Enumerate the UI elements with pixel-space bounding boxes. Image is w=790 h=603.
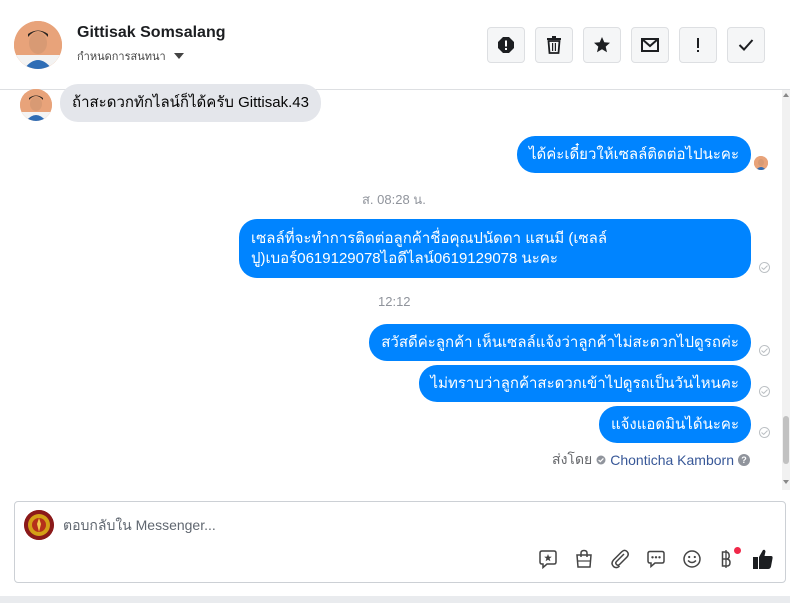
emoji-icon bbox=[683, 550, 701, 568]
sent-check-icon bbox=[759, 345, 770, 356]
scrollbar[interactable] bbox=[782, 90, 790, 490]
sent-check-icon bbox=[759, 386, 770, 397]
shop-button[interactable] bbox=[572, 547, 596, 571]
contact-message-avatar bbox=[20, 89, 52, 121]
sent-by-line: ส่งโดย Chonticha Kamborn ? bbox=[552, 449, 750, 471]
page-avatar bbox=[24, 510, 54, 540]
contact-avatar[interactable] bbox=[14, 21, 62, 69]
attachment-icon bbox=[611, 549, 629, 569]
star-button[interactable] bbox=[583, 27, 621, 63]
important-button[interactable] bbox=[679, 27, 717, 63]
conversation-label: กำหนดการสนทนา bbox=[77, 51, 166, 63]
emoji-button[interactable] bbox=[680, 547, 704, 571]
help-icon[interactable]: ? bbox=[738, 454, 750, 466]
scroll-up-arrow-icon[interactable] bbox=[783, 93, 789, 97]
conversation-label-dropdown[interactable]: กำหนดการสนทนา bbox=[77, 47, 184, 65]
outgoing-message[interactable]: เซลล์ที่จะทำการติดต่อลูกค้าชื่อคุณปนัดดา… bbox=[239, 219, 751, 278]
scroll-down-arrow-icon[interactable] bbox=[783, 480, 789, 484]
contact-name[interactable]: Gittisak Somsalang bbox=[77, 24, 226, 42]
sticker-icon bbox=[539, 550, 557, 569]
mark-unread-button[interactable] bbox=[631, 27, 669, 63]
attach-button[interactable] bbox=[608, 547, 632, 571]
reply-composer bbox=[14, 501, 786, 583]
trash-icon bbox=[547, 36, 561, 54]
saved-reply-icon bbox=[647, 550, 665, 569]
reply-input[interactable] bbox=[63, 514, 563, 536]
scrollbar-thumb[interactable] bbox=[783, 416, 789, 464]
message-timestamp: ส. 08:28 น. bbox=[362, 192, 426, 207]
saved-replies-button[interactable] bbox=[644, 547, 668, 571]
outgoing-message[interactable]: ไม่ทราบว่าลูกค้าสะดวกเข้าไปดูรถเป็นวันไห… bbox=[418, 365, 751, 402]
sent-by-label: ส่งโดย bbox=[552, 451, 593, 467]
star-icon bbox=[594, 37, 610, 53]
verified-check-icon bbox=[596, 455, 606, 465]
notification-dot bbox=[734, 547, 741, 554]
bottom-border bbox=[0, 596, 790, 603]
mail-icon bbox=[641, 38, 659, 52]
delete-button[interactable] bbox=[535, 27, 573, 63]
conversation-header: Gittisak Somsalang กำหนดการสนทนา bbox=[0, 0, 790, 90]
check-icon bbox=[738, 39, 754, 51]
exclamation-icon bbox=[697, 38, 699, 52]
sent-check-icon bbox=[759, 262, 770, 273]
mark-done-button[interactable] bbox=[727, 27, 765, 63]
sender-name-link[interactable]: Chonticha Kamborn bbox=[610, 452, 734, 468]
like-icon bbox=[753, 549, 773, 569]
seen-avatar bbox=[754, 156, 768, 170]
message-line: เซลล์ที่จะทำการติดต่อลูกค้าชื่อคุณปนัดดา… bbox=[251, 229, 608, 247]
sent-check-icon bbox=[759, 427, 770, 438]
payment-icon bbox=[721, 550, 731, 568]
report-icon bbox=[498, 37, 514, 53]
outgoing-message[interactable]: ได้ค่ะเดี๋ยวให้เซลล์ติดต่อไปนะคะ bbox=[516, 136, 751, 173]
sticker-button[interactable] bbox=[536, 547, 560, 571]
outgoing-message[interactable]: แจ้งแอดมินได้นะคะ bbox=[598, 406, 751, 443]
message-line: ปู)เบอร์0619129078ไอดีไลน์0619129078 นะค… bbox=[251, 249, 558, 267]
caret-down-icon bbox=[173, 53, 184, 59]
message-timestamp: 12:12 bbox=[378, 294, 411, 309]
incoming-message[interactable]: ถ้าสะดวกทักไลน์ก็ได้ครับ Gittisak.43 bbox=[60, 84, 321, 122]
shopping-bag-icon bbox=[576, 549, 592, 568]
like-button[interactable] bbox=[751, 547, 775, 571]
report-button[interactable] bbox=[487, 27, 525, 63]
outgoing-message[interactable]: สวัสดีค่ะลูกค้า เห็นเซลล์แจ้งว่าลูกค้าไม… bbox=[369, 324, 751, 361]
